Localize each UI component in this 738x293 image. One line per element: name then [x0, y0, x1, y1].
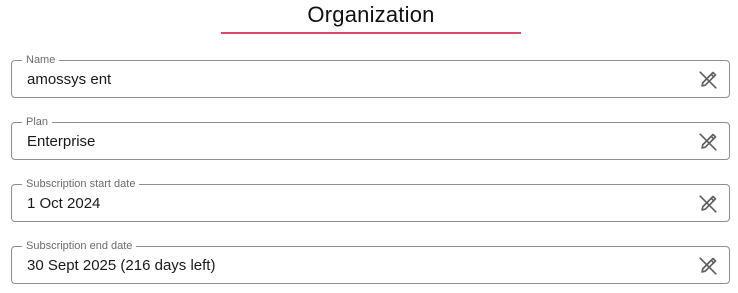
- title-underline: [221, 32, 521, 34]
- plan-field-label: Plan: [22, 115, 53, 129]
- name-edit-button[interactable]: [697, 69, 719, 91]
- name-field[interactable]: Name amossys ent: [11, 53, 730, 98]
- page-title: Organization: [307, 2, 435, 27]
- subscription-start-date-value: 1 Oct 2024: [27, 195, 101, 212]
- subscription-start-date-field[interactable]: Subscription start date 1 Oct 2024: [11, 177, 730, 222]
- edit-off-icon: [699, 71, 717, 89]
- edit-off-icon: [699, 195, 717, 213]
- edit-off-icon: [699, 133, 717, 151]
- plan-edit-button[interactable]: [697, 131, 719, 153]
- plan-field[interactable]: Plan Enterprise: [11, 115, 730, 160]
- subscription-end-date-field[interactable]: Subscription end date 30 Sept 2025 (216 …: [11, 239, 730, 284]
- name-field-label: Name: [22, 53, 60, 67]
- subscription-start-date-label: Subscription start date: [22, 177, 140, 191]
- subscription-end-date-label: Subscription end date: [22, 239, 137, 253]
- subscription-end-date-edit-button[interactable]: [697, 255, 719, 277]
- subscription-start-date-edit-button[interactable]: [697, 193, 719, 215]
- name-field-value: amossys ent: [27, 71, 112, 88]
- plan-field-value: Enterprise: [27, 133, 96, 150]
- edit-off-icon: [699, 257, 717, 275]
- subscription-end-date-value: 30 Sept 2025 (216 days left): [27, 257, 216, 274]
